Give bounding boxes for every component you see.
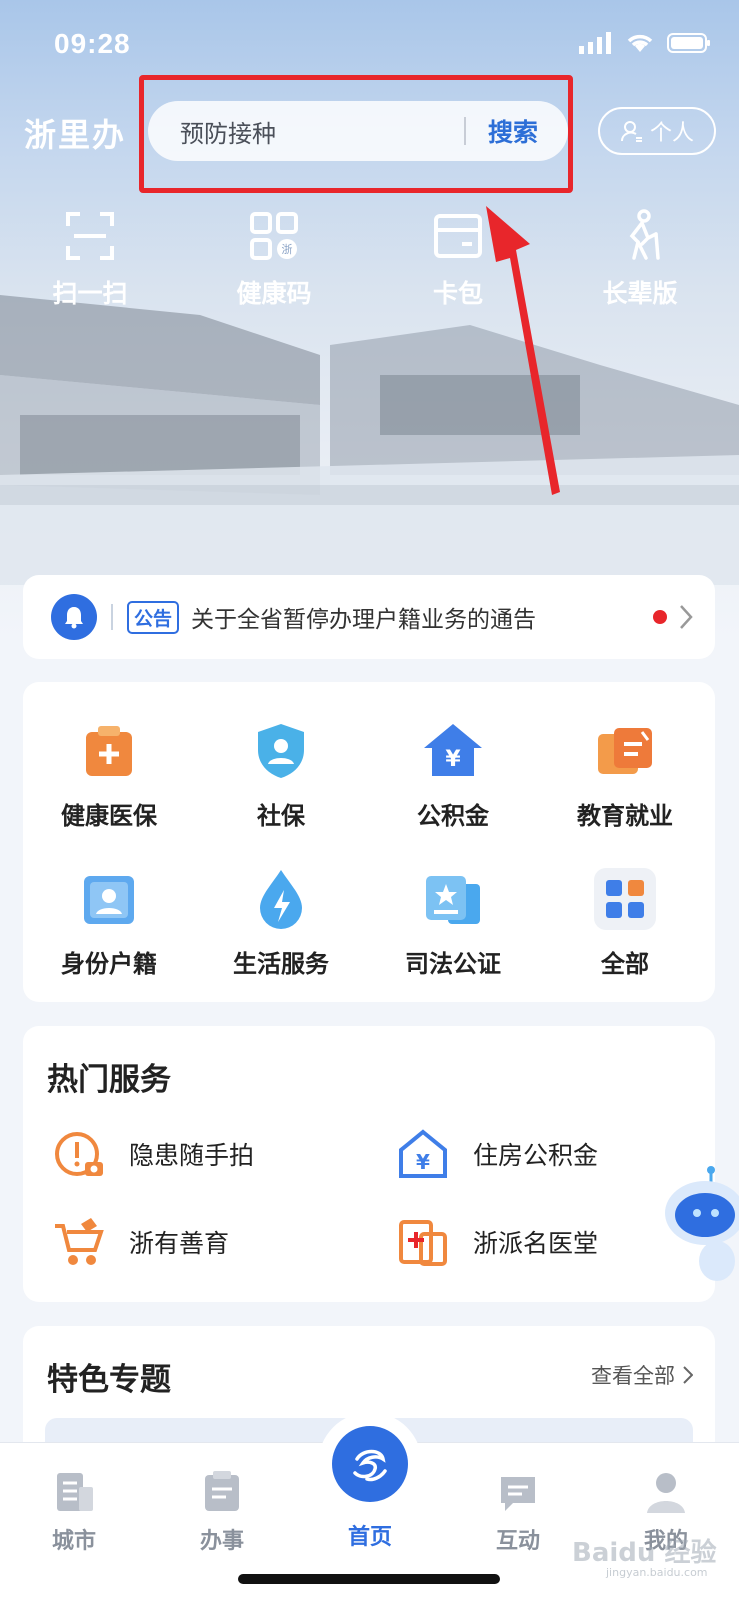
tab-chat[interactable]: 互动 — [458, 1457, 578, 1555]
tasks-icon — [205, 1471, 239, 1511]
chat-icon — [501, 1477, 535, 1511]
service-grid: 健康医保 社保 ¥ 公积金 教育就业 身份户籍 生活服务 司法公证 全部 — [23, 682, 715, 1002]
all-apps-icon — [594, 868, 656, 930]
health-code-icon: 浙 — [250, 212, 298, 260]
hot-services-title: 热门服务 — [47, 1062, 171, 1098]
service-all-label: 全部 — [601, 950, 649, 978]
life-service-icon — [260, 870, 302, 929]
assistant-robot-icon[interactable] — [655, 1165, 739, 1285]
signal-icon — [579, 32, 611, 54]
notice-tag: 公告 — [127, 600, 180, 634]
service-education[interactable]: 教育就业 — [539, 718, 711, 831]
hot-services-card: 热门服务 隐患随手拍 ¥ 住房公积金 浙有善育 浙派名医堂 — [23, 1026, 715, 1302]
service-social-security[interactable]: 社保 — [195, 718, 367, 831]
stroller-icon — [55, 1218, 104, 1265]
featured-title: 特色专题 — [47, 1362, 171, 1398]
quick-elder-mode[interactable]: 长辈版 — [580, 200, 700, 310]
app-logo: 浙里办 — [24, 116, 127, 154]
profile-icon — [647, 1473, 685, 1513]
notice-text: 关于全省暂停办理户籍业务的通告 — [191, 607, 537, 633]
view-all-link[interactable]: 查看全部 — [591, 1360, 693, 1390]
housing-fund-house-icon: ¥ — [399, 1129, 447, 1178]
tab-home-label: 首页 — [347, 1525, 392, 1550]
tab-tasks[interactable]: 办事 — [162, 1457, 282, 1555]
service-notary[interactable]: 司法公证 — [367, 866, 539, 979]
service-housing-fund[interactable]: ¥ 公积金 — [367, 718, 539, 831]
status-icons — [579, 32, 711, 54]
education-icon — [598, 728, 652, 774]
hazard-photo-icon — [55, 1132, 103, 1176]
quick-card-wallet-label: 卡包 — [432, 279, 483, 308]
medical-insurance-icon — [86, 726, 132, 776]
card-wallet-icon — [434, 214, 482, 258]
service-identity[interactable]: 身份户籍 — [23, 866, 195, 979]
chevron-right-icon — [683, 1366, 693, 1384]
quick-elder-mode-label: 长辈版 — [602, 279, 678, 308]
service-notary-label: 司法公证 — [405, 950, 501, 978]
clinic-icon — [399, 1220, 447, 1266]
tab-city-label: 城市 — [51, 1529, 96, 1554]
city-icon — [57, 1473, 93, 1511]
watermark: Baidu 经验 — [572, 1538, 717, 1568]
hot-item-hazard-label: 隐患随手拍 — [129, 1141, 255, 1170]
notice-divider — [111, 604, 113, 630]
service-medical-insurance[interactable]: 健康医保 — [23, 718, 195, 831]
home-indicator[interactable] — [238, 1574, 500, 1584]
hot-item-hazard[interactable]: 隐患随手拍 — [51, 1124, 254, 1184]
service-housing-fund-label: 公积金 — [417, 802, 489, 830]
home-logo-button[interactable] — [318, 1412, 422, 1516]
service-identity-label: 身份户籍 — [61, 950, 157, 978]
svg-text:¥: ¥ — [445, 747, 461, 772]
quick-card-wallet[interactable]: 卡包 — [398, 200, 518, 310]
hot-item-childcare[interactable]: 浙有善育 — [51, 1212, 229, 1272]
hot-item-housing-fund-label: 住房公积金 — [473, 1141, 599, 1170]
quick-health-code[interactable]: 浙 健康码 — [214, 200, 334, 310]
elder-mode-icon — [629, 209, 660, 260]
chevron-right-icon — [680, 605, 693, 629]
service-education-label: 教育就业 — [577, 802, 673, 830]
svg-text:浙: 浙 — [282, 243, 293, 256]
wifi-icon — [627, 34, 653, 52]
hot-item-housing-fund[interactable]: ¥ 住房公积金 — [395, 1124, 598, 1184]
view-all-label: 查看全部 — [591, 1364, 675, 1388]
notary-icon — [426, 876, 480, 924]
service-medical-insurance-label: 健康医保 — [61, 802, 157, 830]
svg-text:¥: ¥ — [416, 1150, 430, 1174]
home-logo-icon — [332, 1426, 408, 1502]
hot-item-clinic-label: 浙派名医堂 — [473, 1229, 599, 1258]
tab-city[interactable]: 城市 — [14, 1457, 134, 1555]
quick-health-code-label: 健康码 — [236, 279, 312, 308]
tab-tasks-label: 办事 — [199, 1529, 244, 1554]
personal-button[interactable]: 个人 — [598, 107, 716, 155]
tab-chat-label: 互动 — [495, 1529, 540, 1554]
housing-fund-icon: ¥ — [424, 724, 482, 776]
notice-bar[interactable]: 公告 关于全省暂停办理户籍业务的通告 — [23, 575, 715, 659]
status-time: 09:28 — [54, 28, 131, 59]
unread-dot — [653, 610, 667, 624]
quick-actions: 扫一扫 浙 健康码 卡包 长辈版 — [0, 200, 739, 310]
service-social-security-label: 社保 — [257, 802, 305, 830]
bell-icon — [51, 594, 97, 640]
battery-icon — [667, 33, 710, 53]
personal-label: 个人 — [649, 121, 694, 146]
hot-item-clinic[interactable]: 浙派名医堂 — [395, 1212, 598, 1272]
identity-icon — [84, 876, 134, 924]
annotation-highlight-box — [139, 75, 573, 193]
quick-scan-label: 扫一扫 — [52, 279, 128, 308]
scan-icon — [66, 212, 114, 260]
hot-item-childcare-label: 浙有善育 — [129, 1229, 230, 1258]
building-illustration — [0, 295, 739, 585]
quick-scan[interactable]: 扫一扫 — [30, 200, 150, 310]
social-security-icon — [258, 724, 304, 778]
service-life[interactable]: 生活服务 — [195, 866, 367, 979]
service-all[interactable]: 全部 — [539, 866, 711, 979]
watermark-sub: jingyan.baidu.com — [606, 1566, 708, 1579]
service-life-label: 生活服务 — [233, 950, 329, 978]
user-switch-icon — [620, 121, 642, 142]
